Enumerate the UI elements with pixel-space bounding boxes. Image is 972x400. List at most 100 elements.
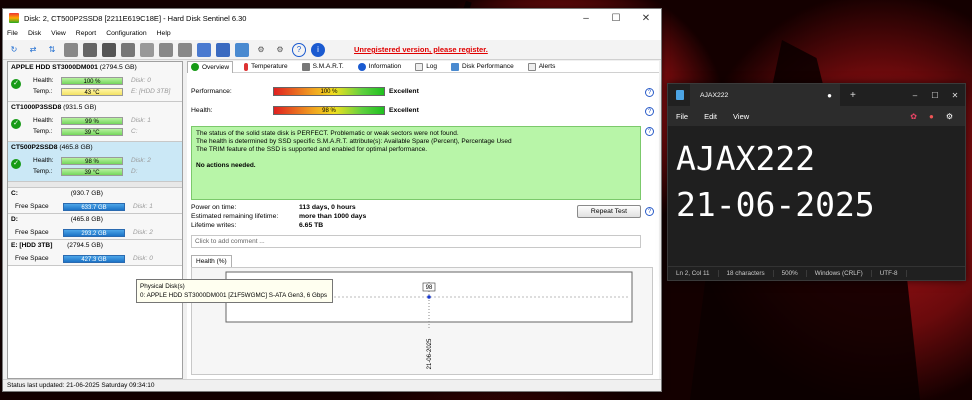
close-button[interactable]: ✕ [945, 91, 965, 100]
menu-edit[interactable]: Edit [704, 112, 717, 121]
info-icon[interactable]: i [311, 42, 325, 57]
tab-temperature[interactable]: Temperature [241, 61, 291, 73]
unregistered-link[interactable]: Unregistered version, please register. [354, 45, 488, 54]
character-count: 18 characters [719, 270, 774, 277]
zoom-level[interactable]: 500% [774, 270, 807, 277]
help-icon[interactable]: ? [645, 207, 654, 216]
volume-name: D: [11, 216, 18, 223]
line-endings[interactable]: Windows (CRLF) [807, 270, 872, 277]
status-action: No actions needed. [196, 162, 256, 169]
minimize-button[interactable]: – [905, 91, 925, 100]
disk-item[interactable]: APPLE HDD ST3000DM001 (2794.5 GB) ✓ Heal… [8, 62, 182, 102]
help-icon[interactable]: ? [292, 42, 306, 57]
volume-item[interactable]: E: [HDD 3TB] (2794.5 GB) Free Space 427.3 … [8, 240, 182, 266]
comment-input[interactable]: Click to add comment ... [191, 235, 641, 248]
tab-label: S.M.A.R.T. [312, 63, 344, 70]
minimize-button[interactable]: – [571, 13, 601, 24]
tab-disk-performance[interactable]: Disk Performance [448, 61, 517, 73]
text-line: AJAX222 [676, 139, 816, 178]
mail-icon[interactable] [216, 42, 230, 57]
disk-item[interactable]: CT1000P3SSD8 (931.5 GB) ✓ Health: 99 % Dis… [8, 102, 182, 142]
disk-icon[interactable] [64, 42, 78, 57]
tab-information[interactable]: Information [355, 61, 405, 73]
menu-help[interactable]: Help [157, 30, 171, 37]
disk-surface-icon[interactable] [102, 42, 116, 57]
copilot-icon[interactable]: ✿ [910, 112, 917, 121]
free-space-bar: 633.7 GB [63, 202, 125, 211]
menu-disk[interactable]: Disk [28, 30, 41, 37]
temp-label: Temp.: [33, 168, 53, 175]
physical-disk-tooltip: Physical Disk(s) 0: APPLE HDD ST3000DM00… [136, 279, 333, 303]
report-icon[interactable]: ⇅ [45, 43, 59, 57]
status-line: The status of the solid state disk is PE… [196, 130, 459, 137]
volume-size: (2794.5 GB) [67, 242, 103, 249]
free-space-label: Free Space [15, 255, 49, 262]
log-icon [415, 62, 424, 71]
tab-health-percent[interactable]: Health (%) [191, 255, 232, 267]
tools-icon[interactable] [178, 42, 192, 57]
close-button[interactable]: ✕ [631, 13, 661, 24]
tab-label: Alerts [538, 63, 556, 70]
disk-info-icon[interactable] [140, 42, 154, 57]
free-space-bar: 427.3 GB [63, 254, 125, 263]
disk-icon [301, 62, 310, 71]
disk-size: (2794.5 GB) [99, 64, 137, 71]
volume-item[interactable]: D: (465.8 GB) Free Space 293.2 GB Disk: 2 [8, 214, 182, 240]
gear-advanced-icon[interactable]: ⚙ [273, 43, 287, 57]
data-label: 98 [426, 285, 433, 291]
info-icon [357, 62, 366, 71]
refresh-all-icon[interactable]: ⇄ [26, 43, 40, 57]
refresh-icon[interactable]: ↻ [7, 43, 21, 57]
hds-titlebar: Disk: 2, CT500P2SSD8 [2211E619C18E] - Ha… [3, 9, 661, 27]
performance-icon [451, 62, 460, 71]
menu-file[interactable]: File [7, 30, 18, 37]
tab-label: Information [368, 63, 402, 70]
disk-check-icon[interactable] [121, 42, 135, 57]
encoding[interactable]: UTF-8 [872, 270, 907, 277]
maximize-button[interactable]: ☐ [925, 91, 945, 100]
free-space-bar: 293.2 GB [63, 228, 125, 237]
health-bar: 99 % [61, 116, 123, 125]
ok-check-icon: ✓ [11, 159, 21, 169]
disk-name: CT500P2SSD8 [11, 144, 58, 151]
repeat-test-button[interactable]: Repeat Test [577, 205, 641, 218]
ok-check-icon: ✓ [11, 119, 21, 129]
tab-label: Temperature [251, 63, 288, 70]
volume-item[interactable]: C: (930.7 GB) Free Space 633.7 GB Disk: 1 [8, 188, 182, 214]
cursor-position: Ln 2, Col 11 [668, 270, 719, 277]
notepad-text-area[interactable]: AJAX222 21-06-2025 [676, 136, 875, 228]
disk-alert-icon[interactable] [159, 42, 173, 57]
health-label: Health: [33, 77, 54, 84]
disk-test-icon[interactable] [83, 42, 97, 57]
disk-item-selected[interactable]: CT500P2SSD8 (465.8 GB) ✓ Health: 98 % Disk… [8, 142, 182, 182]
health-label: Health: [191, 107, 213, 114]
account-icon[interactable]: ● [929, 112, 934, 121]
notepad-tab[interactable]: AJAX222 ● [690, 84, 840, 106]
gear-icon[interactable]: ⚙ [946, 112, 953, 121]
new-tab-icon[interactable]: + [850, 90, 856, 101]
drive-letter: C: [131, 128, 138, 135]
tab-smart[interactable]: S.M.A.R.T. [299, 61, 347, 73]
menu-file[interactable]: File [676, 112, 688, 121]
help-icon[interactable]: ? [645, 88, 654, 97]
network-icon[interactable] [235, 42, 249, 57]
help-icon[interactable]: ? [645, 127, 654, 136]
tab-label: Log [426, 63, 438, 70]
menu-view[interactable]: View [733, 112, 749, 121]
tab-overview[interactable]: Overview [187, 60, 234, 73]
disk-size: (465.8 GB) [59, 144, 93, 151]
gear-icon[interactable]: ⚙ [254, 43, 268, 57]
tab-log[interactable]: Log [412, 61, 440, 73]
unsaved-dot-icon[interactable]: ● [827, 91, 832, 100]
help-icon[interactable]: ? [645, 107, 654, 116]
data-point [427, 295, 431, 299]
menu-report[interactable]: Report [76, 30, 96, 37]
maximize-button[interactable]: ☐ [601, 13, 631, 24]
menu-view[interactable]: View [51, 30, 66, 37]
drive-letter: E: [HDD 3TB] [131, 88, 171, 95]
tab-alerts[interactable]: Alerts [525, 61, 559, 73]
performance-label: Performance: [191, 88, 232, 95]
writes-row: Lifetime writes: 6.65 TB [191, 222, 323, 229]
document-icon[interactable] [197, 42, 211, 57]
menu-configuration[interactable]: Configuration [106, 30, 146, 37]
